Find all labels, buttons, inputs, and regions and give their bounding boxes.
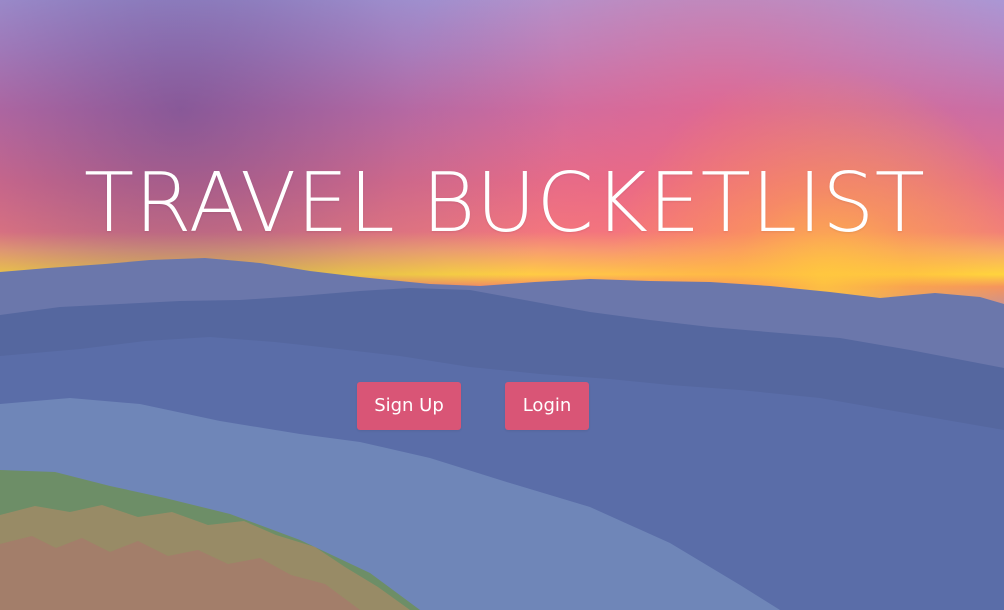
mountain-landscape — [0, 258, 1004, 610]
login-button[interactable]: Login — [505, 382, 589, 430]
page-title: TRAVEL BUCKETLIST — [84, 156, 926, 251]
sign-up-button[interactable]: Sign Up — [357, 382, 461, 430]
landing-hero: TRAVEL BUCKETLIST Sign Up Login — [0, 0, 1004, 610]
